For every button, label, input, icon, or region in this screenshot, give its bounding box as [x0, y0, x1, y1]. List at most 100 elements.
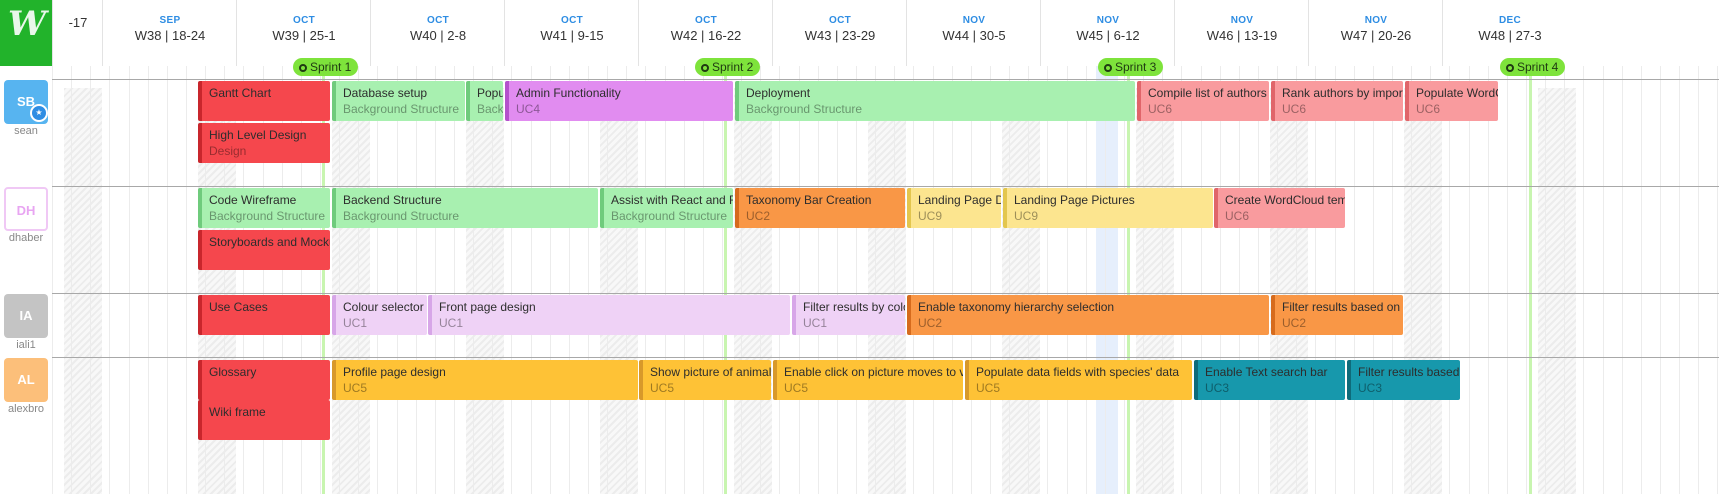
task-bar[interactable]: Admin Functionality UC4	[505, 81, 733, 121]
task-bar[interactable]: Populate WordCloud UC6	[1405, 81, 1498, 121]
task-bar[interactable]: Landing Page Pictures UC9	[1003, 188, 1213, 228]
task-subtitle: UC1	[803, 316, 828, 330]
weekend-shading	[599, 88, 638, 494]
task-title: Gantt Chart	[209, 86, 272, 100]
day-gridline	[1219, 66, 1221, 494]
sprint-milestone[interactable]: Sprint 2	[695, 58, 761, 76]
task-title: Populate data fields with species' data	[976, 365, 1180, 379]
task-title: Populate	[477, 86, 503, 100]
sprint-milestone[interactable]: Sprint 3	[1098, 58, 1164, 76]
task-bar[interactable]: Wiki frame	[198, 400, 330, 440]
day-gridline	[339, 66, 341, 494]
task-bar[interactable]: Show picture of animal on UC5	[639, 360, 771, 400]
week-label: W44 | 30-5	[942, 28, 1006, 43]
day-gridline	[1545, 66, 1547, 494]
task-bar[interactable]: Front page design UC1	[428, 295, 790, 335]
star-icon: ★	[30, 104, 48, 122]
task-bar[interactable]: Database setup Background Structure	[332, 81, 465, 121]
user-avatar[interactable]: DH	[4, 187, 48, 231]
task-bar[interactable]: Landing Page Design UC9	[907, 188, 1001, 228]
task-bar[interactable]: Deployment Background Structure	[735, 81, 1135, 121]
user-avatar[interactable]: IA	[4, 294, 48, 338]
week-header: NOV W44 | 30-5	[906, 0, 1041, 66]
task-title: Rank authors by importance	[1282, 86, 1403, 100]
task-bar[interactable]: Filter results based on UC3	[1347, 360, 1460, 400]
task-bar[interactable]: Use Cases	[198, 295, 330, 335]
task-bar[interactable]: Enable Text search bar UC3	[1194, 360, 1345, 400]
task-title: Code Wireframe	[209, 193, 297, 207]
task-bar[interactable]: Glossary	[198, 360, 330, 400]
task-bar[interactable]: Taxonomy Bar Creation UC2	[735, 188, 905, 228]
task-bar[interactable]: Populate Background Structure	[466, 81, 503, 121]
task-bar[interactable]: High Level Design Design	[198, 123, 330, 163]
task-bar[interactable]: Storyboards and Mockups	[198, 230, 330, 270]
week-header: OCT W39 | 25-1	[236, 0, 371, 66]
task-bar[interactable]: Filter results by colour UC1	[792, 295, 905, 335]
day-gridline	[664, 66, 666, 494]
task-bar[interactable]: Assist with React and Redux Background St…	[600, 188, 733, 228]
day-gridline	[645, 66, 647, 494]
task-title: Enable click on picture moves to view	[784, 365, 963, 379]
task-subtitle: UC2	[1282, 316, 1307, 330]
sprint-line	[1529, 66, 1532, 494]
app-logo[interactable]: W	[0, 0, 52, 66]
day-gridline	[128, 66, 130, 494]
week-header: NOV W46 | 13-19	[1174, 0, 1309, 66]
task-title: Filter results by colour	[803, 300, 905, 314]
week-label: W42 | 16-22	[670, 28, 742, 43]
task-bar[interactable]: Filter results based on taxonomy UC2	[1271, 295, 1403, 335]
week-header: OCT W41 | 9-15	[504, 0, 639, 66]
day-gridline	[683, 66, 685, 494]
day-gridline	[1353, 66, 1355, 494]
task-bar[interactable]: Enable click on picture moves to view UC5	[773, 360, 963, 400]
task-title: Taxonomy Bar Creation	[746, 193, 872, 207]
day-gridline	[434, 66, 436, 494]
week-month: DEC	[1498, 15, 1521, 26]
task-title: Deployment	[746, 86, 811, 100]
pin-icon	[1506, 64, 1514, 72]
day-gridline	[358, 66, 360, 494]
task-bar[interactable]: Gantt Chart	[198, 81, 330, 121]
day-gridline	[109, 66, 111, 494]
task-bar[interactable]: Code Wireframe Background Structure	[198, 188, 330, 228]
task-bar[interactable]: Enable taxonomy hierarchy selection UC2	[907, 295, 1269, 335]
week-month: OCT	[694, 15, 717, 26]
day-gridline	[607, 66, 609, 494]
pin-icon	[701, 64, 709, 72]
day-gridline	[875, 66, 877, 494]
task-title: Enable Text search bar	[1205, 365, 1328, 379]
day-gridline	[1258, 66, 1259, 494]
day-gridline	[1583, 66, 1585, 494]
sprint-milestone[interactable]: Sprint 1	[293, 58, 359, 76]
week-label: W40 | 2-8	[409, 28, 467, 43]
week-month: NOV	[1364, 15, 1388, 26]
pin-icon	[299, 64, 307, 72]
task-bar[interactable]: Populate data fields with species' data U…	[965, 360, 1192, 400]
task-bar[interactable]: Rank authors by importance UC6	[1271, 81, 1403, 121]
week-header: NOV W45 | 6-12	[1040, 0, 1175, 66]
sprint-line	[1127, 66, 1130, 494]
task-subtitle: UC6	[1225, 209, 1250, 223]
task-bar[interactable]: Compile list of authors for UC6	[1137, 81, 1269, 121]
week-header: OCT W42 | 16-22	[638, 0, 773, 66]
sprint-label: Sprint 2	[712, 60, 754, 74]
task-bar[interactable]: Profile page design UC5	[332, 360, 638, 400]
task-title: Filter results based on taxonomy	[1282, 300, 1403, 314]
day-gridline	[702, 66, 704, 494]
day-gridline	[1430, 66, 1432, 494]
wrike-logo-icon: W	[8, 4, 47, 44]
sprint-label: Sprint 3	[1115, 60, 1157, 74]
task-bar[interactable]: Colour selector UC1	[332, 295, 427, 335]
task-bar[interactable]: Create WordCloud template UC6	[1214, 188, 1345, 228]
week-header: OCT W43 | 23-29	[772, 0, 907, 66]
task-title: Enable taxonomy hierarchy selection	[918, 300, 1115, 314]
week-month: OCT	[828, 15, 851, 26]
task-bar[interactable]: Backend Structure Background Structure	[332, 188, 598, 228]
task-title: Front page design	[439, 300, 536, 314]
user-avatar[interactable]: AL	[4, 358, 48, 402]
day-gridline	[166, 66, 168, 494]
task-subtitle: UC5	[784, 381, 809, 395]
task-title: Database setup	[343, 86, 428, 100]
sprint-milestone[interactable]: Sprint 4	[1500, 58, 1566, 76]
task-title: Landing Page Pictures	[1014, 193, 1135, 207]
